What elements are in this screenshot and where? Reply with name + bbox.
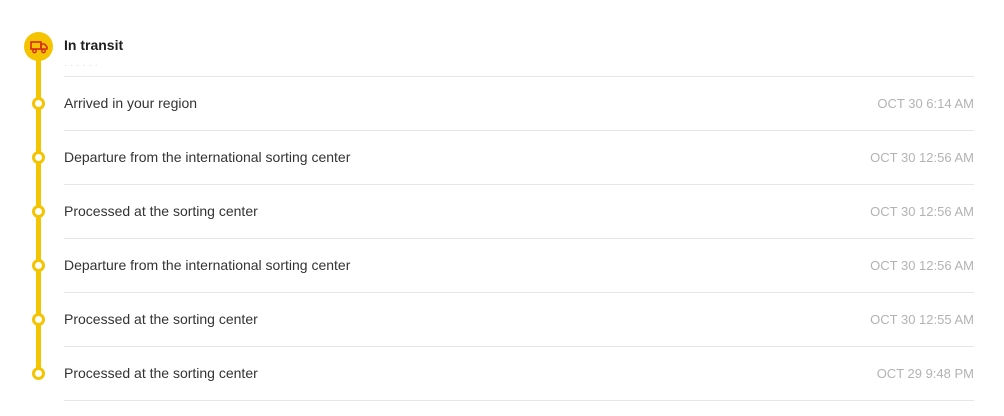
event-row: Arrived in your region OCT 30 6:14 AM bbox=[64, 77, 974, 131]
event-time: OCT 30 6:14 AM bbox=[877, 96, 974, 111]
event-row: Processed at the sorting center OCT 30 1… bbox=[64, 293, 974, 347]
event-title: Processed at the sorting center bbox=[64, 365, 258, 381]
event-marker bbox=[32, 367, 45, 380]
event-row: Processed at the sorting center OCT 30 1… bbox=[64, 185, 974, 239]
event-row: Departure from the international sorting… bbox=[64, 239, 974, 293]
event-title: Arrived in your region bbox=[64, 95, 198, 111]
status-row: In transit · · · · · · bbox=[64, 22, 974, 77]
event-title: Processed at the sorting center bbox=[64, 311, 258, 327]
status-subtitle: · · · · · · bbox=[64, 60, 98, 71]
event-marker bbox=[32, 205, 45, 218]
event-title: Processed at the sorting center bbox=[64, 203, 258, 219]
event-marker bbox=[32, 97, 45, 110]
event-time: OCT 30 12:56 AM bbox=[870, 258, 974, 273]
event-marker bbox=[32, 259, 45, 272]
event-time: OCT 30 12:56 AM bbox=[870, 204, 974, 219]
event-row: Departure from the international sorting… bbox=[64, 131, 974, 185]
truck-icon bbox=[29, 40, 48, 53]
event-marker bbox=[32, 313, 45, 326]
status-marker bbox=[24, 32, 53, 61]
event-time: OCT 29 9:48 PM bbox=[876, 366, 974, 381]
event-title: Departure from the international sorting… bbox=[64, 257, 351, 273]
event-time: OCT 30 12:56 AM bbox=[870, 150, 974, 165]
event-marker bbox=[32, 151, 45, 164]
status-title: In transit bbox=[64, 37, 124, 53]
event-title: Departure from the international sorting… bbox=[64, 149, 351, 165]
event-row: Processed at the sorting center OCT 29 9… bbox=[64, 347, 974, 401]
tracking-timeline: In transit · · · · · · Arrived in your r… bbox=[0, 0, 1004, 416]
event-time: OCT 30 12:55 AM bbox=[870, 312, 974, 327]
